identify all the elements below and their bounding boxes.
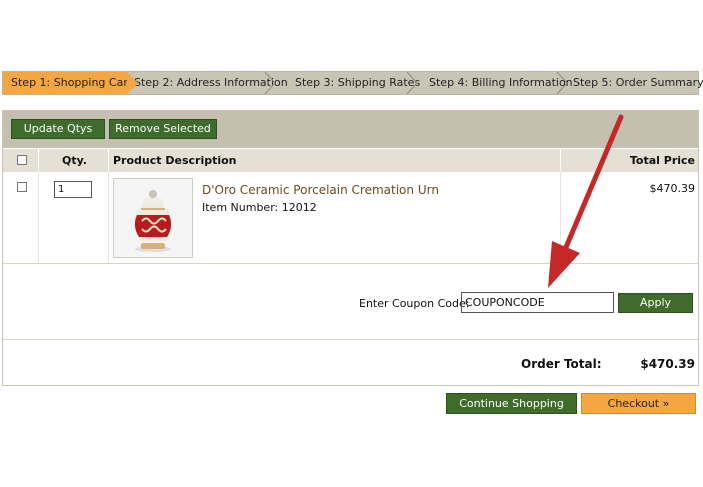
step-label: Step 1: Shopping Cart (11, 76, 133, 89)
item-number: Item Number: 12012 (202, 201, 317, 214)
step-label: Step 3: Shipping Rates (295, 76, 421, 89)
step-order-summary[interactable]: Step 5: Order Summary (562, 72, 703, 94)
item-total-price: $470.39 (649, 182, 696, 195)
quantity-input[interactable]: 1 (54, 181, 92, 198)
step-shopping-cart[interactable]: Step 1: Shopping Cart (3, 72, 138, 94)
continue-shopping-button[interactable]: Continue Shopping (446, 393, 577, 414)
cart-table-header: Qty. Product Description Total Price (3, 148, 698, 173)
step-shipping-rates[interactable]: Step 3: Shipping Rates (270, 72, 420, 94)
checkout-button[interactable]: Checkout » (581, 393, 696, 414)
cart-toolbar: Update Qtys Remove Selected (3, 111, 698, 148)
price-column-header: Total Price (629, 154, 695, 167)
step-separator-icon (264, 72, 276, 94)
step-label: Step 4: Billing Information (429, 76, 573, 89)
column-divider (108, 172, 109, 263)
order-total-row: Order Total: $470.39 (3, 341, 698, 385)
checkout-steps: Step 1: Shopping Cart Step 2: Address In… (2, 71, 703, 95)
order-total-label: Order Total: (521, 357, 602, 371)
coupon-label: Enter Coupon Code: (359, 297, 470, 310)
step-address-information[interactable]: Step 2: Address Information (127, 72, 288, 94)
column-divider (38, 149, 39, 173)
item-select-checkbox[interactable] (17, 182, 27, 192)
column-divider (38, 172, 39, 263)
product-thumbnail[interactable] (113, 178, 193, 258)
coupon-code-input[interactable]: COUPONCODE (461, 292, 614, 313)
order-total-value: $470.39 (640, 357, 695, 371)
cremation-urn-image (114, 179, 192, 257)
step-separator-icon (556, 72, 568, 94)
column-divider (560, 172, 561, 263)
coupon-row: Enter Coupon Code: COUPONCODE Apply (3, 264, 698, 340)
step-label: Step 5: Order Summary (573, 76, 703, 89)
table-row: 1 D'Oro Ceramic Porcelain Cremation Urn … (3, 172, 698, 264)
update-qtys-button[interactable]: Update Qtys (11, 119, 105, 139)
qty-column-header: Qty. (62, 154, 87, 167)
shopping-cart-panel: Update Qtys Remove Selected Qty. Product… (2, 110, 699, 386)
step-separator-icon (406, 72, 418, 94)
description-column-header: Product Description (113, 154, 237, 167)
product-name-link[interactable]: D'Oro Ceramic Porcelain Cremation Urn (202, 183, 439, 197)
apply-coupon-button[interactable]: Apply (618, 293, 693, 313)
select-all-checkbox[interactable] (17, 155, 27, 165)
column-divider (108, 149, 109, 173)
step-billing-information[interactable]: Step 4: Billing Information (412, 72, 573, 94)
column-divider (560, 149, 561, 173)
remove-selected-button[interactable]: Remove Selected (109, 119, 217, 139)
